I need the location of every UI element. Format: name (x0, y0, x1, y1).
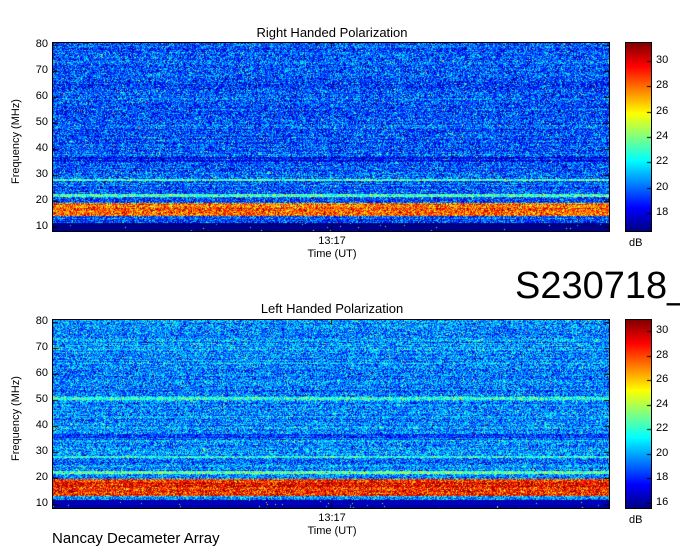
panel-2-ytick-label: 80 (35, 314, 48, 327)
panel-1-ytick-label: 10 (35, 219, 48, 232)
panel-2-colorbar-tick-label: 22 (656, 422, 669, 435)
panel-1-colorbar-tick-label: 24 (656, 130, 669, 142)
panel-2-colorbar-tick-label: 20 (656, 446, 669, 459)
panel-2-colorbar-tick-label: 24 (656, 397, 669, 410)
panel-2-colorbar-tick-label: 26 (656, 373, 669, 386)
panel-2-title: Left Handed Polarization (260, 301, 404, 316)
panel-1-ytick-label: 60 (35, 89, 48, 102)
footer-instrument-name: Nancay Decameter Array (52, 530, 220, 547)
panel-1-colorbar-tick-label: 30 (656, 54, 669, 66)
panel-2-ytick-label: 10 (35, 496, 48, 509)
panel-1-ytick-label: 70 (35, 63, 48, 76)
panel-2-colorbar-tick-label: 16 (656, 495, 669, 508)
panel-2-colorbar-tick-label: 28 (656, 348, 669, 361)
panel-1-ytick-label: 30 (35, 167, 48, 180)
panel-2-colorbar-tick-label: 30 (656, 324, 669, 337)
panel-1-colorbar-tick-label: 18 (656, 206, 669, 218)
panel-1-colorbar-tick-label: 28 (656, 79, 669, 92)
panel-1-xlabel: Time (UT) (307, 248, 357, 260)
panel-1-xtick: 13:17 (318, 235, 346, 247)
panel-2-colorbar (625, 319, 652, 509)
panel-1-colorbar-tick-label: 20 (656, 180, 669, 193)
panel-2-ytick-label: 50 (35, 392, 48, 405)
panel-1-ytick-label: 20 (35, 193, 48, 206)
panel-2-colorbar-tick-label: 18 (656, 471, 669, 484)
panel-1-colorbar-tick-label: 22 (656, 155, 669, 168)
panel-1-ytick-label: 80 (35, 37, 48, 50)
panel-2-colorbar-unit: dB (629, 514, 643, 526)
panel-1-colorbar-unit: dB (629, 237, 643, 249)
panel-2-ytick-label: 40 (35, 418, 48, 431)
panel-1-spectrogram (52, 42, 610, 232)
panel-1-title: Right Handed Polarization (256, 25, 408, 40)
panel-2-ytick-label: 30 (35, 444, 48, 457)
panel-1-ytick-label: 40 (35, 141, 48, 154)
panel-2-ytick-label: 70 (35, 340, 48, 353)
panel-1-colorbar (625, 42, 652, 232)
panel-1-colorbar-tick-label: 26 (656, 104, 669, 117)
panel-2-xtick: 13:17 (318, 512, 346, 524)
panel-2-ytick-label: 20 (35, 470, 48, 483)
panel-2-xlabel: Time (UT) (307, 525, 357, 537)
panel-2-spectrogram (52, 319, 610, 509)
panel-1-ytick-label: 50 (35, 115, 48, 128)
panel-2-ytick-label: 60 (35, 366, 48, 379)
